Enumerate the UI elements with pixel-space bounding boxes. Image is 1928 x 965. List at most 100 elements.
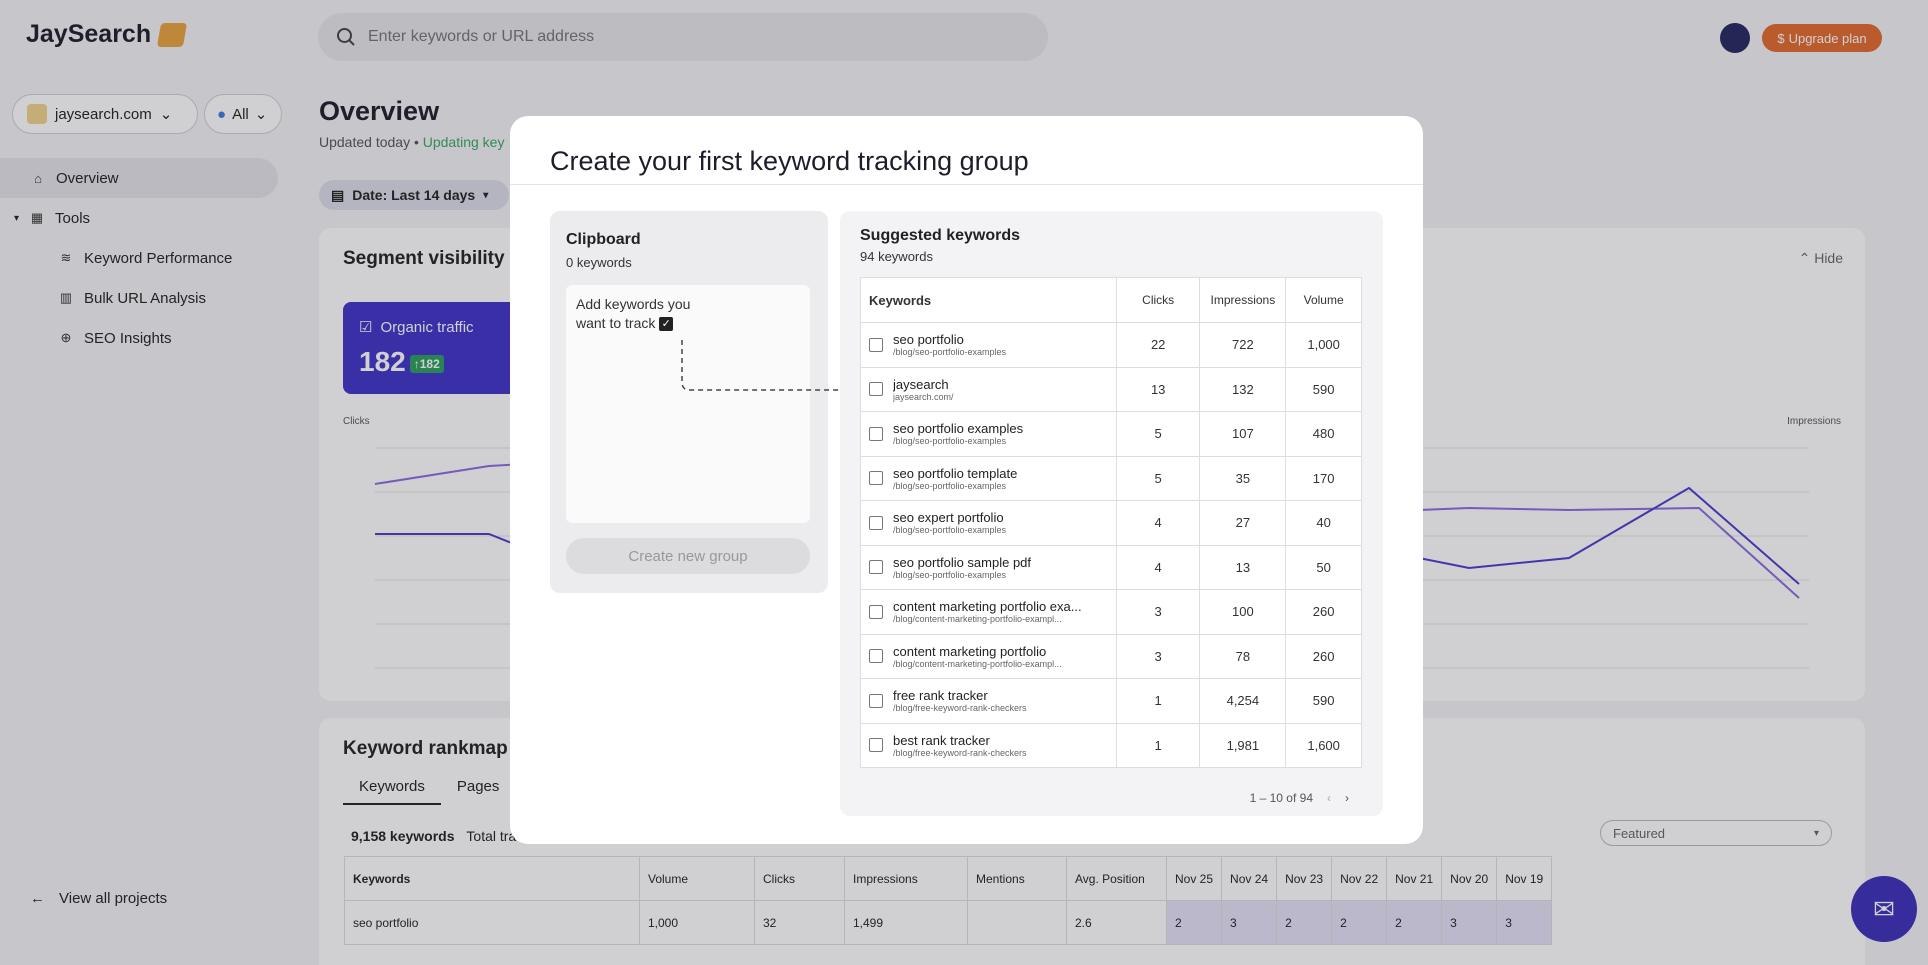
keyword-url[interactable]: /blog/seo-portfolio-examples xyxy=(893,436,1103,446)
row-checkbox[interactable] xyxy=(869,515,883,530)
impressions-cell: 4,254 xyxy=(1199,678,1287,724)
volume-cell: 50 xyxy=(1285,544,1362,590)
row-checkbox[interactable] xyxy=(869,649,883,664)
suggested-table: Keywords Clicks Impressions Volume seo p… xyxy=(860,277,1362,768)
volume-cell: 590 xyxy=(1285,678,1362,724)
impressions-cell: 35 xyxy=(1199,455,1287,501)
keyword-url[interactable]: /blog/seo-portfolio-examples xyxy=(893,481,1103,491)
create-group-modal: Create your first keyword tracking group… xyxy=(510,116,1423,844)
impressions-cell: 100 xyxy=(1199,589,1287,635)
clipboard-title: Clipboard xyxy=(566,231,641,248)
keyword-cell: seo expert portfolio/blog/seo-portfolio-… xyxy=(860,500,1117,546)
clicks-cell: 5 xyxy=(1115,455,1201,501)
impressions-cell: 78 xyxy=(1199,633,1287,679)
volume-cell: 40 xyxy=(1285,500,1362,546)
keyword-cell: best rank tracker/blog/free-keyword-rank… xyxy=(860,722,1117,768)
table-row[interactable]: seo portfolio sample pdf/blog/seo-portfo… xyxy=(860,544,1362,590)
keyword-url[interactable]: /blog/content-marketing-portfolio-exampl… xyxy=(893,614,1103,624)
keyword-cell: seo portfolio examples/blog/seo-portfoli… xyxy=(860,411,1117,457)
keyword-cell: seo portfolio/blog/seo-portfolio-example… xyxy=(860,322,1117,368)
create-group-label: Create new group xyxy=(628,547,748,565)
clipboard-hint-line2: want to track ✓ xyxy=(576,314,800,333)
clipboard-hint-text: want to track xyxy=(576,315,656,331)
impressions-cell: 1,981 xyxy=(1199,722,1287,768)
clicks-cell: 13 xyxy=(1115,366,1201,412)
clipboard-hint-line1: Add keywords you xyxy=(576,296,691,312)
row-checkbox[interactable] xyxy=(869,604,883,619)
divider xyxy=(510,184,1423,185)
clicks-cell: 4 xyxy=(1115,544,1201,590)
row-checkbox[interactable] xyxy=(869,471,883,486)
keyword-name: jaysearch xyxy=(893,376,949,392)
keyword-name: free rank tracker xyxy=(893,688,988,704)
keyword-url[interactable]: /blog/content-marketing-portfolio-exampl… xyxy=(893,659,1103,669)
keyword-url[interactable]: /blog/seo-portfolio-examples xyxy=(893,525,1103,535)
table-row[interactable]: seo expert portfolio/blog/seo-portfolio-… xyxy=(860,500,1362,546)
suggested-keywords-panel: Suggested keywords 94 keywords Keywords … xyxy=(840,211,1383,816)
col-volume[interactable]: Volume xyxy=(1285,277,1362,323)
create-new-group-button[interactable]: Create new group xyxy=(566,538,810,574)
table-row[interactable]: jaysearch jaysearch.com/13 132 590 xyxy=(860,366,1362,412)
keyword-name: content marketing portfolio exa... xyxy=(893,599,1082,615)
col-clicks[interactable]: Clicks xyxy=(1115,277,1201,323)
impressions-cell: 132 xyxy=(1199,366,1287,412)
impressions-cell: 13 xyxy=(1199,544,1287,590)
clipboard-count: 0 keywords xyxy=(566,255,632,270)
col-impressions[interactable]: Impressions xyxy=(1199,277,1287,323)
chevron-left-icon[interactable]: ‹ xyxy=(1327,791,1331,805)
table-row[interactable]: free rank tracker/blog/free-keyword-rank… xyxy=(860,678,1362,724)
keyword-cell: content marketing portfolio/blog/content… xyxy=(860,633,1117,679)
keyword-name: seo portfolio template xyxy=(893,465,1018,481)
row-checkbox[interactable] xyxy=(869,738,883,753)
keyword-name: seo portfolio xyxy=(893,332,964,348)
keyword-cell: jaysearch jaysearch.com/ xyxy=(860,366,1117,412)
row-checkbox[interactable] xyxy=(869,693,883,708)
keyword-url[interactable]: jaysearch.com/ xyxy=(893,392,1103,402)
pagination: 1 – 10 of 94 ‹ › xyxy=(1250,791,1349,805)
table-row[interactable]: seo portfolio template/blog/seo-portfoli… xyxy=(860,455,1362,501)
keyword-cell: seo portfolio sample pdf/blog/seo-portfo… xyxy=(860,544,1117,590)
keyword-name: content marketing portfolio xyxy=(893,643,1047,659)
table-header-row: Keywords Clicks Impressions Volume xyxy=(860,277,1362,323)
impressions-cell: 722 xyxy=(1199,322,1287,368)
volume-cell: 1,000 xyxy=(1285,322,1362,368)
keyword-url[interactable]: /blog/seo-portfolio-examples xyxy=(893,347,1103,357)
keyword-url[interactable]: /blog/free-keyword-rank-checkers xyxy=(893,748,1103,758)
row-checkbox[interactable] xyxy=(869,426,883,441)
clicks-cell: 3 xyxy=(1115,633,1201,679)
keyword-cell: free rank tracker/blog/free-keyword-rank… xyxy=(860,678,1117,724)
clicks-cell: 1 xyxy=(1115,722,1201,768)
clicks-cell: 1 xyxy=(1115,678,1201,724)
impressions-cell: 27 xyxy=(1199,500,1287,546)
volume-cell: 260 xyxy=(1285,589,1362,635)
keyword-name: best rank tracker xyxy=(893,732,990,748)
clicks-cell: 22 xyxy=(1115,322,1201,368)
row-checkbox[interactable] xyxy=(869,560,883,575)
suggested-table-body: seo portfolio/blog/seo-portfolio-example… xyxy=(860,322,1362,768)
table-row[interactable]: content marketing portfolio exa.../blog/… xyxy=(860,589,1362,635)
modal-title: Create your first keyword tracking group xyxy=(550,146,1029,176)
table-row[interactable]: best rank tracker/blog/free-keyword-rank… xyxy=(860,722,1362,768)
row-checkbox[interactable] xyxy=(869,382,883,397)
keyword-name: seo expert portfolio xyxy=(893,510,1004,526)
table-row[interactable]: seo portfolio examples/blog/seo-portfoli… xyxy=(860,411,1362,457)
table-row[interactable]: seo portfolio/blog/seo-portfolio-example… xyxy=(860,322,1362,368)
clicks-cell: 4 xyxy=(1115,500,1201,546)
col-keywords[interactable]: Keywords xyxy=(860,277,1117,323)
keyword-url[interactable]: /blog/free-keyword-rank-checkers xyxy=(893,703,1103,713)
keyword-name: seo portfolio examples xyxy=(893,421,1024,437)
keyword-name: seo portfolio sample pdf xyxy=(893,554,1032,570)
keyword-url[interactable]: /blog/seo-portfolio-examples xyxy=(893,570,1103,580)
checkbox-checked-icon: ✓ xyxy=(659,317,674,332)
clicks-cell: 5 xyxy=(1115,411,1201,457)
row-checkbox[interactable] xyxy=(869,337,883,352)
suggested-title: Suggested keywords xyxy=(860,227,1021,244)
volume-cell: 480 xyxy=(1285,411,1362,457)
pagination-label: 1 – 10 of 94 xyxy=(1249,791,1313,805)
keyword-cell: content marketing portfolio exa.../blog/… xyxy=(860,589,1117,635)
volume-cell: 1,600 xyxy=(1285,722,1362,768)
keyword-cell: seo portfolio template/blog/seo-portfoli… xyxy=(860,455,1117,501)
volume-cell: 260 xyxy=(1285,633,1362,679)
table-row[interactable]: content marketing portfolio/blog/content… xyxy=(860,633,1362,679)
chevron-right-icon[interactable]: › xyxy=(1345,791,1349,805)
